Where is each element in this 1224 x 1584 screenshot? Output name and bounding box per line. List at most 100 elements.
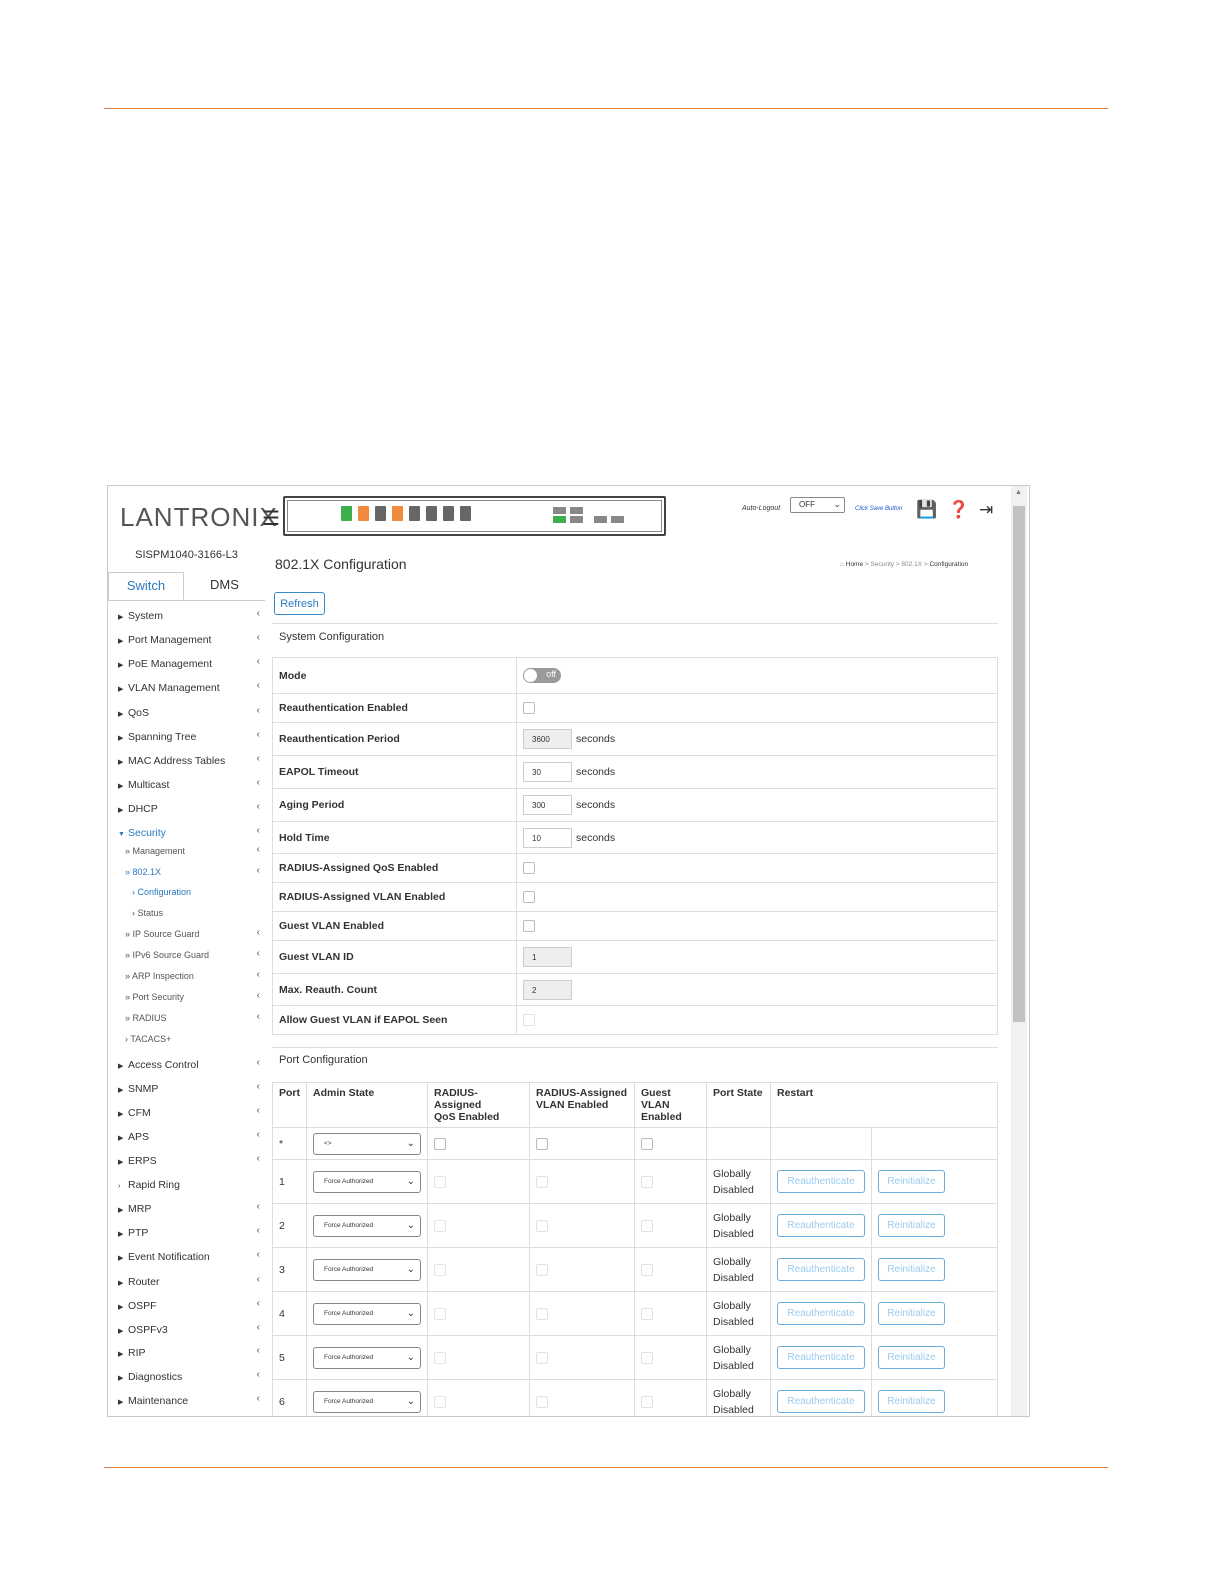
radius-vlan-checkbox[interactable]: [536, 1395, 548, 1408]
sidebar-item-snmp[interactable]: ▶ SNMP ‹: [118, 1081, 260, 1095]
guest-vlan-checkbox[interactable]: [641, 1351, 653, 1364]
sidebar-item-qos[interactable]: ▶ QoS ‹: [118, 705, 260, 719]
sidebar-item-port-management[interactable]: ▶ Port Management ‹: [118, 632, 260, 646]
sidebar-item-access-control[interactable]: ▶ Access Control ‹: [118, 1057, 260, 1071]
admin-state-select[interactable]: Force Authorized ⌄: [313, 1258, 421, 1281]
sidebar-sub-arp-inspection[interactable]: » ARP Inspection ‹: [125, 969, 260, 981]
guest-vlan-id-input[interactable]: 1: [523, 947, 572, 967]
sidebar-item-vlan-management[interactable]: ▶ VLAN Management ‹: [118, 680, 260, 694]
refresh-button[interactable]: Refresh: [274, 592, 325, 615]
radius-qos-checkbox[interactable]: [434, 1351, 446, 1364]
sidebar-sub-8021x[interactable]: » 802.1X ‹: [125, 865, 260, 877]
menu-toggle-icon[interactable]: ☰: [262, 506, 280, 531]
help-icon[interactable]: ❓: [948, 500, 969, 520]
sidebar-item-cfm[interactable]: ▶ CFM ‹: [118, 1105, 260, 1119]
sidebar-item-erps[interactable]: ▶ ERPS ‹: [118, 1153, 260, 1167]
sidebar-item-multicast[interactable]: ▶ Multicast ‹: [118, 777, 260, 791]
radius-vlan-checkbox[interactable]: [536, 1307, 548, 1320]
breadcrumb-8021x[interactable]: 802.1X: [901, 561, 922, 568]
radius-qos-checkbox[interactable]: [434, 1219, 446, 1232]
admin-state-select[interactable]: Force Authorized ⌄: [313, 1346, 421, 1369]
sidebar-item-mac-address-tables[interactable]: ▶ MAC Address Tables ‹: [118, 753, 260, 767]
radius-vlan-checkbox[interactable]: [536, 1351, 548, 1364]
guest-vlan-checkbox[interactable]: [641, 1263, 653, 1276]
radius-vlan-checkbox[interactable]: [523, 891, 535, 904]
reauth-period-input[interactable]: 3600: [523, 729, 572, 749]
tab-switch[interactable]: Switch: [108, 572, 184, 600]
eapol-timeout-input[interactable]: 30: [523, 762, 572, 782]
sidebar-item-spanning-tree[interactable]: ▶ Spanning Tree ‹: [118, 729, 260, 743]
allow-guest-checkbox[interactable]: [523, 1014, 535, 1027]
radius-vlan-checkbox[interactable]: [536, 1263, 548, 1276]
radius-qos-checkbox[interactable]: [434, 1263, 446, 1276]
sidebar-item-ospfv3[interactable]: ▶ OSPFv3 ‹: [118, 1322, 260, 1336]
sidebar-item-ospf[interactable]: ▶ OSPF ‹: [118, 1298, 260, 1312]
sidebar-sub-port-security[interactable]: » Port Security ‹: [125, 990, 260, 1002]
reinitialize-button[interactable]: Reinitialize: [878, 1302, 945, 1325]
radius-qos-checkbox[interactable]: [434, 1395, 446, 1408]
sidebar-sub-tacacs[interactable]: › TACACS+: [125, 1034, 260, 1044]
admin-state-select[interactable]: Force Authorized ⌄: [313, 1214, 421, 1237]
sidebar-item-security[interactable]: ▼ Security ‹: [118, 825, 260, 839]
guest-vlan-enabled-checkbox[interactable]: [523, 920, 535, 933]
radius-vlan-checkbox-all[interactable]: [536, 1137, 548, 1150]
aging-period-input[interactable]: 300: [523, 795, 572, 815]
guest-vlan-checkbox[interactable]: [641, 1307, 653, 1320]
sidebar-item-rapid-ring[interactable]: › Rapid Ring: [118, 1179, 260, 1191]
sidebar-sub-ipv6-source-guard[interactable]: » IPv6 Source Guard ‹: [125, 948, 260, 960]
reauthenticate-button[interactable]: Reauthenticate: [777, 1170, 865, 1193]
sidebar-item-router[interactable]: ▶ Router ‹: [118, 1274, 260, 1288]
sidebar-sub-ip-source-guard[interactable]: » IP Source Guard ‹: [125, 927, 260, 939]
auto-logout-select[interactable]: OFF ⌄: [790, 497, 845, 513]
reauthenticate-button[interactable]: Reauthenticate: [777, 1258, 865, 1281]
scrollbar-thumb[interactable]: [1013, 506, 1025, 1022]
vertical-scrollbar[interactable]: ▲: [1011, 486, 1027, 1416]
max-reauth-input[interactable]: 2: [523, 979, 572, 1000]
sidebar-sub-management[interactable]: » Management ‹: [125, 844, 260, 856]
breadcrumb-security[interactable]: Security: [871, 561, 894, 568]
reauthenticate-button[interactable]: Reauthenticate: [777, 1214, 865, 1237]
sidebar-item-maintenance[interactable]: ▶ Maintenance ‹: [118, 1393, 260, 1407]
guest-vlan-checkbox[interactable]: [641, 1219, 653, 1232]
reauthenticate-button[interactable]: Reauthenticate: [777, 1302, 865, 1325]
admin-state-select[interactable]: Force Authorized ⌄: [313, 1390, 421, 1413]
sidebar-item-poe-management[interactable]: ▶ PoE Management ‹: [118, 656, 260, 670]
sidebar-item-event-notification[interactable]: ▶ Event Notification ‹: [118, 1249, 260, 1263]
sidebar-item-aps[interactable]: ▶ APS ‹: [118, 1129, 260, 1143]
sidebar-item-system[interactable]: ▶ System ‹: [118, 608, 260, 622]
radius-vlan-checkbox[interactable]: [536, 1219, 548, 1232]
radius-qos-checkbox-all[interactable]: [434, 1137, 446, 1150]
admin-state-select[interactable]: Force Authorized ⌄: [313, 1302, 421, 1325]
reinitialize-button[interactable]: Reinitialize: [878, 1346, 945, 1369]
hold-time-input[interactable]: 10: [523, 827, 572, 848]
reinitialize-button[interactable]: Reinitialize: [878, 1214, 945, 1237]
tab-dms[interactable]: DMS: [186, 572, 263, 600]
guest-vlan-checkbox[interactable]: [641, 1395, 653, 1408]
sidebar-item-dhcp[interactable]: ▶ DHCP ‹: [118, 801, 260, 815]
radius-qos-checkbox[interactable]: [523, 862, 535, 875]
sidebar-item-mrp[interactable]: ▶ MRP ‹: [118, 1201, 260, 1215]
sidebar-item-diagnostics[interactable]: ▶ Diagnostics ‹: [118, 1369, 260, 1383]
reinitialize-button[interactable]: Reinitialize: [878, 1170, 945, 1193]
mode-toggle[interactable]: off: [523, 668, 561, 683]
sidebar-sub-radius[interactable]: » RADIUS ‹: [125, 1011, 260, 1023]
reauthenticate-button[interactable]: Reauthenticate: [777, 1390, 865, 1413]
radius-qos-checkbox[interactable]: [434, 1307, 446, 1320]
radius-qos-checkbox[interactable]: [434, 1175, 446, 1188]
sidebar-item-ptp[interactable]: ▶ PTP ‹: [118, 1225, 260, 1239]
breadcrumb-home[interactable]: Home: [846, 561, 863, 568]
sidebar-item-rip[interactable]: ▶ RIP ‹: [118, 1345, 260, 1359]
admin-state-select-all[interactable]: <> ⌄: [313, 1132, 421, 1155]
sidebar-sub-configuration[interactable]: › Configuration: [132, 887, 252, 897]
sidebar-sub-status[interactable]: › Status: [132, 908, 252, 918]
guest-vlan-checkbox[interactable]: [641, 1175, 653, 1188]
reauthenticate-button[interactable]: Reauthenticate: [777, 1346, 865, 1369]
radius-vlan-checkbox[interactable]: [536, 1175, 548, 1188]
save-icon[interactable]: 💾: [916, 500, 937, 520]
reinitialize-button[interactable]: Reinitialize: [878, 1258, 945, 1281]
reauth-enabled-checkbox[interactable]: [523, 702, 535, 715]
reinitialize-button[interactable]: Reinitialize: [878, 1390, 945, 1413]
logout-icon[interactable]: ⇥: [979, 500, 993, 520]
guest-vlan-checkbox-all[interactable]: [641, 1137, 653, 1150]
admin-state-select[interactable]: Force Authorized ⌄: [313, 1170, 421, 1193]
